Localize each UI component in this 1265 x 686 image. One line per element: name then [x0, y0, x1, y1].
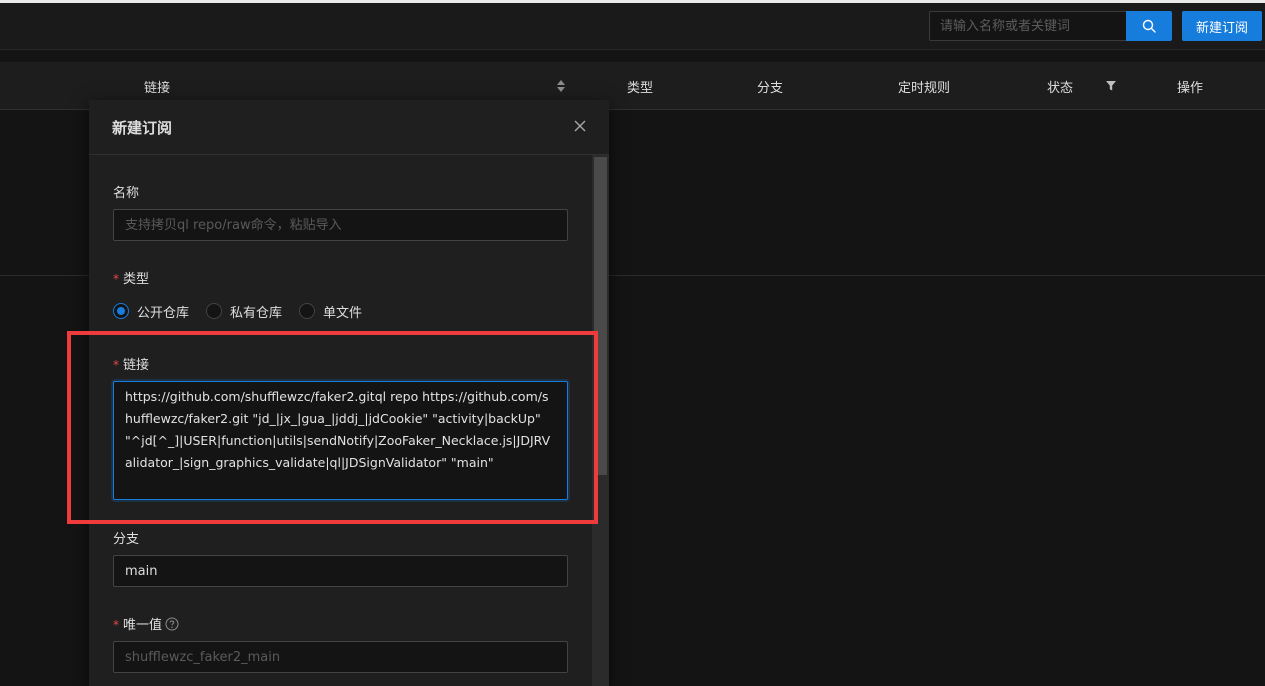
- type-radio-group: 公开仓库 私有仓库 单文件: [113, 300, 379, 322]
- column-header-type: 类型: [627, 81, 654, 96]
- url-label-text: 链接: [123, 358, 150, 373]
- required-mark: *: [113, 618, 119, 632]
- radio-public-repo[interactable]: 公开仓库: [113, 302, 189, 321]
- alias-label: * 唯一值: [113, 614, 179, 633]
- type-label-text: 类型: [123, 272, 150, 287]
- radio-circle[interactable]: [299, 303, 316, 319]
- column-header-branch: 分支: [757, 81, 784, 96]
- radio-label: 私有仓库: [230, 305, 283, 321]
- filter-icon[interactable]: [1105, 80, 1117, 92]
- new-subscription-modal: 新建订阅 名称 * 类型 公开仓库 私有仓库 单文件 * 链接 https://gi…: [89, 100, 609, 686]
- scrollbar-thumb[interactable]: [594, 157, 607, 475]
- search-icon: [1142, 19, 1156, 33]
- branch-label: 分支: [113, 532, 140, 547]
- required-mark: *: [113, 358, 119, 372]
- radio-private-repo[interactable]: 私有仓库: [206, 302, 282, 321]
- column-header-actions: 操作: [1177, 81, 1204, 96]
- close-icon[interactable]: [573, 119, 587, 133]
- search-input[interactable]: [929, 11, 1127, 41]
- radio-label: 单文件: [323, 305, 363, 321]
- type-label: * 类型: [113, 268, 149, 287]
- radio-single-file[interactable]: 单文件: [299, 302, 362, 321]
- alias-input[interactable]: [113, 641, 568, 673]
- branch-input[interactable]: [113, 555, 568, 587]
- modal-header: 新建订阅: [89, 100, 609, 155]
- modal-scrollbar[interactable]: [592, 155, 609, 686]
- toolbar: 新建订阅: [0, 3, 1265, 50]
- name-input[interactable]: [113, 209, 568, 241]
- search-button[interactable]: [1126, 11, 1172, 41]
- column-header-status: 状态: [1047, 81, 1074, 96]
- question-circle-icon[interactable]: [165, 617, 179, 631]
- url-textarea[interactable]: https://github.com/shufflewzc/faker2.git…: [113, 381, 568, 500]
- url-label: * 链接: [113, 354, 149, 373]
- modal-title: 新建订阅: [112, 119, 173, 137]
- name-label: 名称: [113, 186, 140, 201]
- required-mark: *: [113, 272, 119, 286]
- radio-circle-checked[interactable]: [113, 303, 129, 319]
- radio-circle[interactable]: [206, 303, 223, 319]
- alias-label-text: 唯一值: [123, 618, 163, 633]
- new-subscription-button[interactable]: 新建订阅: [1182, 11, 1262, 41]
- column-header-link[interactable]: 链接: [144, 77, 170, 96]
- column-header-schedule: 定时规则: [898, 81, 951, 96]
- radio-label: 公开仓库: [137, 305, 190, 321]
- sort-icon[interactable]: [556, 79, 566, 93]
